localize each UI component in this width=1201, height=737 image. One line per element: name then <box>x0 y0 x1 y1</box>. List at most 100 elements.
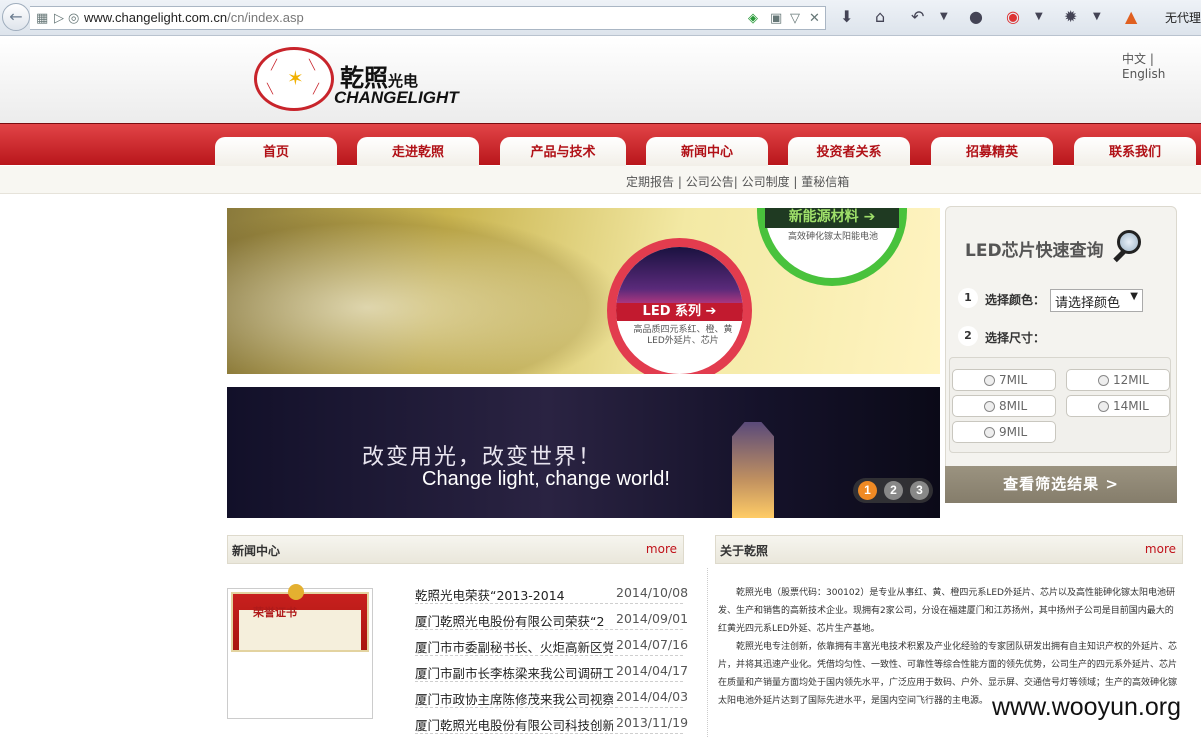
news-item[interactable]: 厦门乾照光电股份有限公司科技创新 2013/11/19 <box>415 714 688 734</box>
about-more-link[interactable]: more <box>1145 542 1176 556</box>
dropdown-icon[interactable]: ▽ <box>790 11 800 27</box>
size-option-14mil[interactable]: 14MIL <box>1066 395 1170 417</box>
color-select[interactable]: 请选择颜色 ▼ <box>1050 289 1143 312</box>
news-thumbnail[interactable]: 荣誉证书 <box>227 584 373 719</box>
about-section-title: 关于乾照 <box>720 544 769 558</box>
slide-dot-2[interactable]: 2 <box>884 481 903 500</box>
shield-icon[interactable]: ◈ <box>748 11 758 27</box>
product-banner: 新能源材料 ➔ 高效砷化镓太阳能电池 LED 系列 ➔ 高品质四元系红、橙、黄L… <box>227 208 940 374</box>
size-option-9mil[interactable]: 9MIL <box>952 421 1056 443</box>
step-1-label: 选择颜色： <box>985 293 1046 307</box>
nav-careers[interactable]: 招募精英 <box>931 137 1053 166</box>
size-option-12mil[interactable]: 12MIL <box>1066 369 1170 391</box>
news-item[interactable]: 厦门市副市长李栋梁来我公司调研工 2014/04/17 <box>415 662 688 682</box>
nav-products[interactable]: 产品与技术 <box>500 137 626 166</box>
weibo-menu-icon[interactable]: ▼ <box>1035 8 1043 26</box>
subnav-secretary-mailbox[interactable]: 董秘信箱 <box>801 175 849 189</box>
new-energy-circle[interactable]: 新能源材料 ➔ 高效砷化镓太阳能电池 <box>757 208 907 286</box>
view-results-button[interactable]: 查看筛选结果 > <box>945 466 1177 503</box>
slogan-chinese: 改变用光，改变世界！ <box>362 445 603 470</box>
weibo-icon[interactable]: ◉ <box>1006 8 1020 26</box>
news-section-title: 新闻中心 <box>232 544 281 558</box>
size-option-8mil[interactable]: 8MIL <box>952 395 1056 417</box>
arrow-circle-icon: ➔ <box>705 304 717 319</box>
news-title[interactable]: 厦门乾照光电股份有限公司科技创新 <box>415 715 613 734</box>
news-title[interactable]: 乾照光电荣获“2013-2014 <box>415 585 613 604</box>
back-arrow-icon[interactable]: ← <box>2 3 30 31</box>
news-item[interactable]: 乾照光电荣获“2013-2014 2014/10/08 <box>415 584 688 604</box>
radio-icon[interactable] <box>1098 401 1109 412</box>
bug-menu-icon[interactable]: ▼ <box>1093 8 1101 26</box>
city-night-photo <box>616 247 743 307</box>
news-title[interactable]: 厦门市市委副秘书长、火炬高新区党 <box>415 637 613 656</box>
query-title: LED芯片快速查询 <box>965 241 1104 261</box>
about-paragraph-1: 乾照光电（股票代码：300102）是专业从事红、黄、橙四元系LED外延片、芯片以… <box>718 588 1175 634</box>
forward-small-icon[interactable]: ▷ <box>54 11 64 27</box>
sub-nav: 定期报告 | 公司公告| 公司制度 | 董秘信箱 <box>626 173 849 190</box>
sub-nav-bar <box>0 166 1201 194</box>
nav-investors[interactable]: 投资者关系 <box>788 137 910 166</box>
radio-icon[interactable] <box>984 401 995 412</box>
slideshow[interactable]: 改变用光，改变世界！ Change light, change world! <box>227 387 940 518</box>
qrcode-icon[interactable]: ▣ <box>770 11 782 27</box>
undo-icon[interactable]: ↶ <box>911 8 924 26</box>
subnav-policies[interactable]: 公司制度 <box>742 175 790 189</box>
download-icon[interactable]: ⬇ <box>840 8 853 26</box>
about-section-header: 关于乾照 more <box>715 535 1183 564</box>
radio-icon[interactable] <box>984 375 995 386</box>
subnav-divider: | <box>733 175 742 189</box>
grid-icon: ▦ <box>36 11 49 26</box>
fox-icon[interactable]: ▲ <box>1125 8 1137 26</box>
nav-news[interactable]: 新闻中心 <box>646 137 768 166</box>
lang-english-link[interactable]: English <box>1122 67 1165 81</box>
arrow-circle-icon: ➔ <box>863 209 876 225</box>
news-date: 2014/07/16 <box>616 637 689 652</box>
news-title[interactable]: 厦门市政协主席陈修茂来我公司视察 <box>415 689 613 708</box>
news-more-link[interactable]: more <box>646 542 677 556</box>
news-item[interactable]: 厦门乾照光电股份有限公司荣获“2 2014/09/01 <box>415 610 688 630</box>
language-switch: 中文 | English <box>1122 50 1201 81</box>
step-2-badge: 2 <box>958 326 978 346</box>
subnav-announcements[interactable]: 公司公告 <box>686 175 734 189</box>
globe-icon: ◎ <box>68 11 80 26</box>
about-text: 乾照光电（股票代码：300102）是专业从事红、黄、橙四元系LED外延片、芯片以… <box>718 584 1181 710</box>
radio-icon[interactable] <box>1098 375 1109 386</box>
undo-menu-icon[interactable]: ▼ <box>940 8 948 26</box>
size-label: 14MIL <box>1113 399 1149 413</box>
logo-english[interactable]: CHANGELIGHT <box>334 88 459 108</box>
nav-home[interactable]: 首页 <box>215 137 337 166</box>
bug-icon[interactable]: ✹ <box>1064 8 1077 26</box>
skyscraper-photo <box>732 422 774 518</box>
color-select-value: 请选择颜色 <box>1055 296 1121 311</box>
chat-icon[interactable]: ● <box>969 8 983 26</box>
lang-chinese-link[interactable]: 中文 <box>1122 52 1146 66</box>
size-label: 9MIL <box>999 425 1028 439</box>
news-item[interactable]: 厦门市政协主席陈修茂来我公司视察 2014/04/03 <box>415 688 688 708</box>
nav-about[interactable]: 走进乾照 <box>357 137 479 166</box>
proxy-bookmark[interactable]: 无代理 <box>1165 9 1201 26</box>
home-icon[interactable]: ⌂ <box>875 8 885 26</box>
select-arrow-icon: ▼ <box>1130 291 1138 302</box>
slide-dot-1[interactable]: 1 <box>858 481 877 500</box>
step-2-label: 选择尺寸： <box>985 331 1046 345</box>
news-date: 2014/10/08 <box>616 585 689 600</box>
led-desc: 高品质四元系红、橙、黄LED外延片、芯片 <box>633 325 733 346</box>
news-date: 2014/04/17 <box>616 663 689 678</box>
news-title[interactable]: 厦门市副市长李栋梁来我公司调研工 <box>415 663 613 682</box>
news-title[interactable]: 厦门乾照光电股份有限公司荣获“2 <box>415 611 613 630</box>
subnav-periodic-reports[interactable]: 定期报告 <box>626 175 674 189</box>
lab-photo <box>227 208 627 374</box>
site-header <box>0 37 1201 123</box>
address-bar[interactable]: ▦ ▷ ◎ www.changelight.com.cn/cn/index.as… <box>30 6 826 30</box>
size-option-7mil[interactable]: 7MIL <box>952 369 1056 391</box>
slide-dot-3[interactable]: 3 <box>910 481 929 500</box>
nav-contact[interactable]: 联系我们 <box>1074 137 1196 166</box>
url-text[interactable]: www.changelight.com.cn/cn/index.asp <box>84 10 304 25</box>
led-series-circle[interactable]: LED 系列 ➔ 高品质四元系红、橙、黄LED外延片、芯片 <box>607 238 752 374</box>
logo-emblem[interactable]: ✶ ╱ ╲ ╲ ╱ <box>254 47 334 111</box>
certificate-image: 荣誉证书 <box>231 584 369 652</box>
radio-icon[interactable] <box>984 427 995 438</box>
browser-toolbar: ← ▦ ▷ ◎ www.changelight.com.cn/cn/index.… <box>0 0 1201 36</box>
news-item[interactable]: 厦门市市委副秘书长、火炬高新区党 2014/07/16 <box>415 636 688 656</box>
close-icon[interactable]: ✕ <box>809 11 820 27</box>
